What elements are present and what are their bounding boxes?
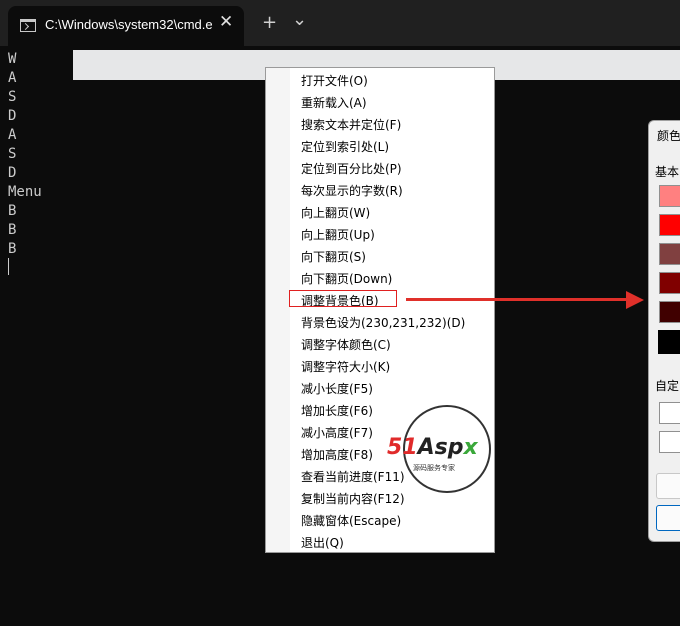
menu-item[interactable]: 增加长度(F6) [301, 400, 373, 422]
title-bar: C:\Windows\system32\cmd.e: ✕ + ⌄ [0, 0, 680, 46]
menu-item[interactable]: 定位到百分比处(P) [301, 158, 402, 180]
terminal-tab[interactable]: C:\Windows\system32\cmd.e: ✕ [8, 6, 244, 46]
terminal-line: B [8, 222, 17, 238]
terminal-line: B [8, 203, 17, 219]
terminal-line: Menu [8, 184, 42, 200]
ok-button[interactable] [656, 505, 680, 531]
text-cursor [8, 258, 9, 275]
new-tab-button[interactable]: + [262, 12, 277, 33]
menu-item[interactable]: 向上翻页(Up) [301, 224, 375, 246]
basic-colors-label: 基本 [655, 165, 680, 179]
color-dialog: 颜色 基本 自定 [648, 120, 680, 542]
terminal-line: D [8, 165, 17, 181]
annotation-highlight-box [289, 290, 397, 307]
menu-item[interactable]: 每次显示的字数(R) [301, 180, 403, 202]
tab-dropdown-button[interactable]: ⌄ [292, 9, 307, 30]
menu-item[interactable]: 背景色设为(230,231,232)(D) [301, 312, 465, 334]
menu-item[interactable]: 复制当前内容(F12) [301, 488, 405, 510]
menu-item[interactable]: 调整字体颜色(C) [301, 334, 391, 356]
terminal-line: A [8, 127, 17, 143]
terminal-line: D [8, 108, 17, 124]
basic-color-swatch[interactable] [658, 330, 680, 354]
annotation-arrow-head-icon [626, 291, 644, 309]
dialog-title: 颜色 [657, 129, 680, 143]
terminal-line: S [8, 146, 17, 162]
custom-color-slot[interactable] [659, 431, 680, 453]
menu-item[interactable]: 调整字符大小(K) [301, 356, 390, 378]
menu-item[interactable]: 隐藏窗体(Escape) [301, 510, 401, 532]
menu-gutter [266, 68, 290, 552]
watermark-tagline: 源码服务专家 [413, 464, 455, 472]
terminal-line: W [8, 51, 17, 67]
menu-item[interactable]: 退出(Q) [301, 532, 344, 554]
custom-colors-label: 自定 [655, 379, 680, 393]
basic-color-swatch[interactable] [659, 214, 680, 236]
terminal-output: W A S D A S D Menu B B B [8, 50, 42, 259]
menu-item[interactable]: 减小长度(F5) [301, 378, 373, 400]
close-tab-icon[interactable]: ✕ [219, 12, 233, 32]
watermark-logo: 51Aspx 源码服务专家 [387, 405, 491, 493]
basic-color-swatch[interactable] [659, 301, 680, 323]
basic-color-swatch[interactable] [659, 185, 680, 207]
menu-item[interactable]: 搜索文本并定位(F) [301, 114, 401, 136]
watermark-brand: 51Aspx [387, 435, 478, 460]
tab-title: C:\Windows\system32\cmd.e: [45, 17, 213, 32]
basic-color-swatch[interactable] [659, 272, 680, 294]
terminal-line: B [8, 241, 17, 257]
menu-item[interactable]: 向上翻页(W) [301, 202, 370, 224]
terminal-icon [20, 19, 36, 32]
annotation-arrow-line [406, 298, 628, 301]
menu-item[interactable]: 查看当前进度(F11) [301, 466, 405, 488]
menu-item[interactable]: 向下翻页(S) [301, 246, 366, 268]
terminal-line: A [8, 70, 17, 86]
basic-color-swatch[interactable] [659, 243, 680, 265]
menu-item[interactable]: 增加高度(F8) [301, 444, 373, 466]
menu-item[interactable]: 重新载入(A) [301, 92, 367, 114]
define-custom-colors-button[interactable] [656, 473, 680, 499]
menu-item[interactable]: 定位到索引处(L) [301, 136, 389, 158]
terminal-line: S [8, 89, 17, 105]
custom-color-slot[interactable] [659, 402, 680, 424]
menu-item[interactable]: 减小高度(F7) [301, 422, 373, 444]
menu-item[interactable]: 打开文件(O) [301, 70, 368, 92]
menu-item[interactable]: 向下翻页(Down) [301, 268, 392, 290]
